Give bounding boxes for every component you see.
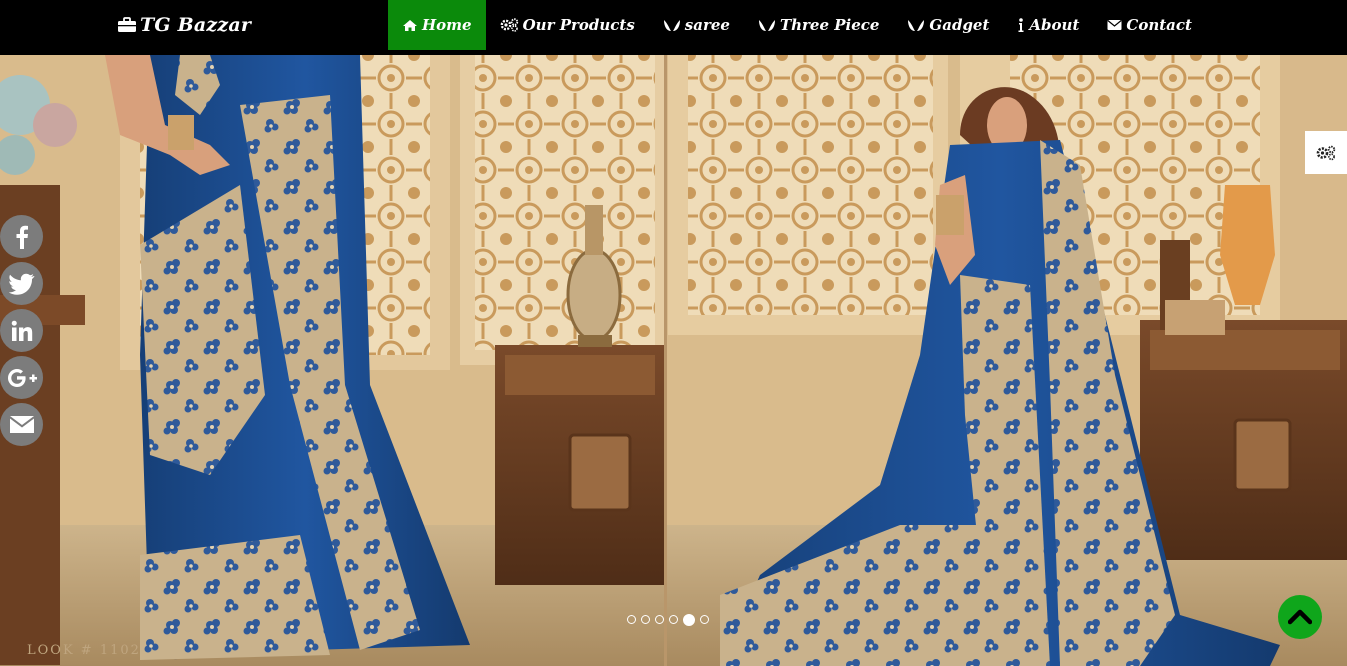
gears-icon [500,18,518,32]
chevron-up-icon [1288,609,1312,625]
nav-about[interactable]: About [1003,0,1093,50]
linkedin-icon [11,320,32,341]
carousel-dot[interactable] [700,615,709,624]
nav-three-piece[interactable]: Three Piece [744,0,893,50]
nav-home[interactable]: Home [388,0,486,50]
twitter-button[interactable] [0,262,43,305]
google-plus-icon [7,368,37,387]
facebook-button[interactable] [0,215,43,258]
leaf-pair-icon [758,19,775,31]
carousel-dot[interactable] [655,615,664,624]
briefcase-icon [118,17,136,32]
look-caption: LOOK # 1102 [27,643,141,658]
carousel-dot[interactable] [627,615,636,624]
brand-name: TG Bazzar [140,14,252,36]
scroll-to-top-button[interactable] [1278,595,1322,639]
brand-link[interactable]: TG Bazzar [117,0,251,50]
home-icon [403,19,417,31]
main-nav: Home Our Products saree Three Piece Gadg… [388,0,1206,50]
carousel-dot[interactable] [669,615,678,624]
twitter-icon [8,273,34,295]
nav-gadget[interactable]: Gadget [893,0,1003,50]
leaf-pair-icon [908,19,925,31]
hero-carousel[interactable]: LOOK # 1102 [0,55,1347,666]
top-navbar: TG Bazzar Home Our Products saree Three … [0,0,1347,55]
leaf-pair-icon [663,19,680,31]
carousel-dot[interactable] [641,615,650,624]
gears-icon [1316,145,1336,160]
info-icon [1018,17,1024,32]
carousel-indicators [627,613,709,626]
nav-contact[interactable]: Contact [1093,0,1206,50]
envelope-icon [9,416,34,433]
email-button[interactable] [0,403,43,446]
nav-saree[interactable]: saree [649,0,744,50]
carousel-dot-active[interactable] [683,613,695,626]
settings-panel-toggle[interactable] [1305,131,1347,174]
facebook-icon [16,225,28,249]
linkedin-button[interactable] [0,309,43,352]
nav-our-products[interactable]: Our Products [486,0,649,50]
envelope-icon [1107,20,1122,30]
google-plus-button[interactable] [0,356,43,399]
hero-slide-image [0,55,1347,666]
